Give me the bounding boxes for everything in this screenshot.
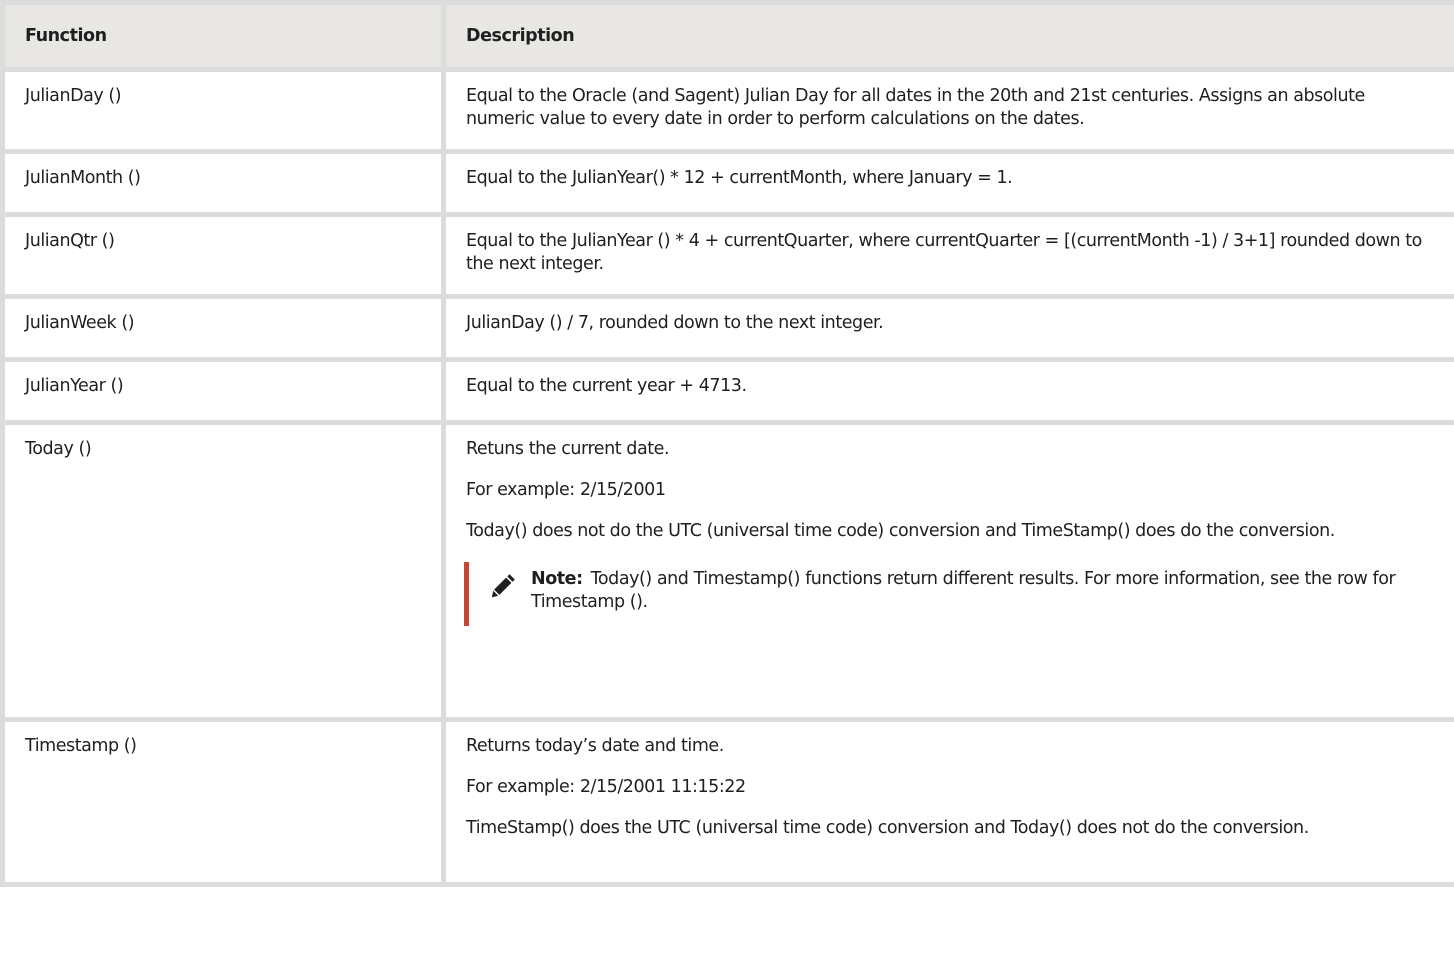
table-row: JulianMonth () Equal to the JulianYear()…: [0, 149, 1454, 217]
table-row: JulianQtr () Equal to the JulianYear () …: [0, 212, 1454, 299]
description-cell: Returns today’s date and time. For examp…: [441, 717, 1454, 887]
description-text: Equal to the current year + 4713.: [466, 376, 747, 396]
function-cell: Today (): [0, 420, 446, 722]
function-name: Today (): [25, 439, 92, 459]
description-cell: Retuns the current date. For example: 2/…: [441, 420, 1454, 722]
note-label: Note:: [531, 569, 583, 589]
function-cell: JulianQtr (): [0, 212, 446, 299]
description-cell: Equal to the JulianYear() * 12 + current…: [441, 149, 1454, 217]
function-cell: JulianYear (): [0, 357, 446, 425]
function-cell: JulianMonth (): [0, 149, 446, 217]
table-row: JulianWeek () JulianDay () / 7, rounded …: [0, 294, 1454, 362]
note-callout: Note: Today() and Timestamp() functions r…: [464, 562, 1436, 626]
function-cell: JulianDay (): [0, 67, 446, 154]
description-text: Equal to the JulianYear() * 12 + current…: [466, 168, 1013, 188]
table-row: JulianDay () Equal to the Oracle (and Sa…: [0, 67, 1454, 154]
description-text: Equal to the Oracle (and Sagent) Julian …: [466, 86, 1365, 129]
function-name: JulianYear (): [25, 376, 124, 396]
example-text: For example: 2/15/2001 11:15:22: [466, 777, 746, 797]
table-row: JulianYear () Equal to the current year …: [0, 357, 1454, 425]
function-name: JulianWeek (): [25, 313, 135, 333]
description-text: Today() does not do the UTC (universal t…: [466, 521, 1335, 541]
function-cell: JulianWeek (): [0, 294, 446, 362]
note-text: Note: Today() and Timestamp() functions r…: [531, 568, 1436, 620]
description-text: Retuns the current date.: [466, 439, 670, 459]
function-cell: Timestamp (): [0, 717, 446, 887]
table-header-row: Function Description: [0, 0, 1454, 72]
description-cell: Equal to the Oracle (and Sagent) Julian …: [441, 67, 1454, 154]
description-cell: JulianDay () / 7, rounded down to the ne…: [441, 294, 1454, 362]
column-header-description: Description: [441, 0, 1454, 72]
table-row: Timestamp () Returns today’s date and ti…: [0, 717, 1454, 887]
description-text: Returns today’s date and time.: [466, 736, 724, 756]
description-text: TimeStamp() does the UTC (universal time…: [466, 818, 1309, 838]
function-name: JulianQtr (): [25, 231, 115, 251]
table-row: Today () Retuns the current date. For ex…: [0, 420, 1454, 722]
pencil-icon: [491, 568, 531, 620]
function-name: Timestamp (): [25, 736, 137, 756]
functions-table: Function Description JulianDay () Equal …: [0, 0, 1454, 887]
description-cell: Equal to the current year + 4713.: [441, 357, 1454, 425]
example-text: For example: 2/15/2001: [466, 480, 666, 500]
description-text: Equal to the JulianYear () * 4 + current…: [466, 231, 1422, 274]
column-header-function: Function: [0, 0, 446, 72]
note-body: Today() and Timestamp() functions return…: [531, 569, 1396, 612]
description-cell: Equal to the JulianYear () * 4 + current…: [441, 212, 1454, 299]
function-name: JulianDay (): [25, 86, 122, 106]
function-name: JulianMonth (): [25, 168, 141, 188]
description-text: JulianDay () / 7, rounded down to the ne…: [466, 313, 884, 333]
